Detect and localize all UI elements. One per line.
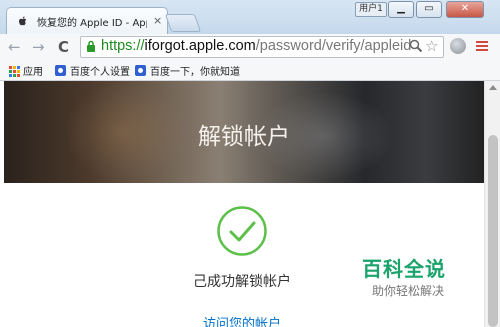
url-text: https://iforgot.apple.com/password/verif… [101, 38, 411, 54]
hero-banner: 解锁帐户 [4, 81, 484, 183]
bookmark-baidu-search[interactable]: 百度一下，你就知道 [135, 63, 240, 78]
baidu-paw-icon [55, 65, 66, 76]
maximize-button[interactable]: ▭ [416, 1, 442, 18]
browser-toolbar: ← → C https://iforgot.apple.com/password… [0, 34, 500, 61]
baidu-paw-icon [135, 65, 146, 76]
title-bar: 恢复您的 Apple ID - Apple ( × 用户1 ▁ ▭ ✕ [0, 0, 500, 35]
close-window-button[interactable]: ✕ [446, 1, 484, 18]
bookmark-label: 百度个人设置 [70, 67, 130, 78]
address-bar[interactable]: https://iforgot.apple.com/password/verif… [80, 36, 444, 58]
watermark-title: 百科全说 [362, 257, 446, 281]
apple-logo-icon [19, 16, 27, 26]
bookmark-star-icon[interactable]: ☆ [425, 37, 438, 55]
scroll-up-icon[interactable] [489, 85, 497, 90]
url-scheme: https:// [101, 38, 145, 54]
zoom-icon[interactable] [409, 39, 423, 53]
url-path: /password/verify/appleid [255, 38, 412, 54]
bookmark-apps[interactable]: 应用 [9, 63, 43, 78]
lock-icon [87, 40, 95, 52]
url-host: iforgot.apple.com [144, 38, 256, 54]
scrollbar-thumb[interactable] [488, 135, 498, 327]
page-scrollbar[interactable] [484, 81, 500, 327]
page-title: 解锁帐户 [198, 124, 290, 150]
minimize-button[interactable]: ▁ [388, 1, 414, 18]
user-profile-button[interactable]: 用户1 [355, 2, 387, 17]
tab-close-icon[interactable]: × [153, 14, 162, 27]
browser-tab[interactable]: 恢复您的 Apple ID - Apple ( × [6, 7, 168, 35]
forward-icon[interactable]: → [32, 38, 45, 56]
bookmark-label: 百度一下，你就知道 [150, 67, 240, 78]
new-tab-button[interactable] [164, 14, 202, 32]
tab-title: 恢复您的 Apple ID - Apple ( [37, 18, 147, 29]
access-account-link[interactable]: 访问您的帐户 [0, 313, 484, 327]
watermark-subtitle: 助你轻松解决 [372, 284, 445, 298]
back-icon[interactable]: ← [8, 38, 21, 56]
bookmarks-bar: 应用 百度个人设置 百度一下，你就知道 [0, 60, 500, 81]
reload-icon[interactable]: C [58, 38, 69, 56]
bookmark-label: 应用 [23, 67, 43, 78]
bookmark-baidu-settings[interactable]: 百度个人设置 [55, 63, 130, 78]
checkmark-icon [217, 206, 267, 256]
apps-grid-icon [9, 65, 20, 77]
extension-globe-icon[interactable] [450, 38, 466, 54]
menu-icon[interactable] [476, 41, 488, 53]
